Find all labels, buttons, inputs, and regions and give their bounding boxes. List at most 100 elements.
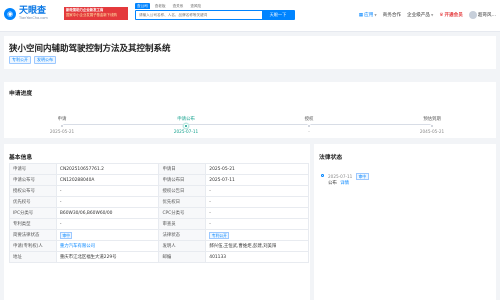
top-header: ◉ 天眼查 TianYanCha.com 新政策助力企业新发工商 国家中小企业发… (0, 0, 500, 32)
step-date: - (308, 129, 310, 134)
table-row: 简要法律状态 审中 法律状态 专利公开 (9, 229, 309, 241)
top-nav: ▦ 应用 ▼ 商务合作 企业级产品 ▼ ♛ 开通会员 超哥风... (359, 11, 496, 19)
field-label: IPC分类号 (9, 207, 57, 219)
status-badge: 专利公开 (209, 231, 230, 239)
logo-text: 天眼查 (19, 6, 47, 16)
patent-tags: 专利公开 发明公布 (9, 56, 56, 64)
field-label: 申请(专利权)人 (9, 240, 57, 252)
search-tabs: 查公司 查老板 查关系 查风险 (135, 3, 295, 9)
step-label: 申请 (57, 117, 67, 122)
nav-vip-label: 开通会员 (444, 13, 463, 18)
field-label: 简要法律状态 (9, 229, 57, 241)
progress-section-title: 申请进度 (9, 91, 33, 97)
page-title: 狭小空间内辅助驾驶控制方法及其控制系统 (9, 44, 171, 54)
field-value: - (205, 207, 309, 219)
tag-invention-publish: 发明公布 (34, 56, 56, 64)
site-logo[interactable]: ◉ 天眼查 TianYanCha.com (4, 6, 48, 21)
basic-info-title: 基本信息 (9, 155, 33, 161)
step-dot (60, 124, 64, 128)
crown-icon: ♛ (439, 12, 444, 18)
table-row: 优先权号 - 优先权日 - (9, 196, 309, 208)
detail-link[interactable]: 详情 (340, 181, 349, 186)
field-label: 优先权日 (158, 196, 207, 208)
field-value: 401133 (205, 251, 309, 263)
logo-subtext: TianYanCha.com (19, 16, 48, 20)
field-value: - (55, 196, 160, 208)
field-value: - (205, 196, 309, 208)
field-value: CN202510657761.2 (55, 163, 160, 175)
search-area: 查公司 查老板 查关系 查风险 天眼一下 (135, 3, 295, 20)
nav-business[interactable]: 商务合作 (383, 12, 401, 18)
field-value: 2025-05-21 (205, 163, 309, 175)
nav-user[interactable]: 超哥风... (468, 11, 496, 19)
progress-timeline-line (62, 124, 432, 125)
field-label: CPC分类号 (158, 207, 207, 219)
field-label: 申请号 (9, 163, 57, 175)
search-tab-boss[interactable]: 查老板 (153, 3, 168, 9)
field-label: 地址 (9, 251, 57, 263)
progress-step-grant: 授权 - (279, 117, 339, 135)
field-label: 发明人 (158, 240, 207, 252)
field-label: 法律状态 (158, 229, 207, 241)
nav-apps[interactable]: ▦ 应用 ▼ (358, 12, 377, 19)
field-label: 优先权号 (9, 196, 57, 208)
field-value: B60W30/06,B60W60/00 (55, 207, 160, 219)
field-value: 专利公开 (205, 229, 309, 241)
field-label: 专利类型 (9, 218, 57, 230)
search-input[interactable] (136, 11, 262, 19)
step-dot (430, 124, 434, 128)
avatar (468, 11, 477, 19)
nav-vip[interactable]: ♛ 开通会员 (439, 12, 463, 19)
field-label: 邮编 (158, 251, 207, 263)
field-value: - (55, 218, 160, 230)
search-tab-relation[interactable]: 查关系 (171, 3, 186, 9)
step-dot (307, 124, 311, 128)
nav-enterprise-label: 企业级产品 (407, 13, 430, 18)
table-row: 地址 重庆市江北区福生大道229号 邮编 401133 (9, 251, 309, 263)
progress-step-apply: 申请 2025-05-21 (32, 117, 92, 135)
progress-step-expiry: 预估到期 2045-05-21 (402, 117, 462, 135)
status-badge: 审中 (355, 173, 369, 180)
field-label: 申请日 (158, 163, 207, 175)
chevron-down-icon: ▼ (431, 13, 434, 17)
legal-event: 公布 (328, 181, 337, 186)
user-name: 超哥风... (477, 13, 496, 18)
step-date: 2045-05-21 (419, 129, 445, 134)
field-value: 郝兴伍,王恒武,曹维炬,彭建,刘美阳 (205, 240, 309, 252)
tag-patent-public: 专利公开 (9, 56, 31, 64)
banner-line-2: 国家中小企业发展子基金新下线购 (66, 13, 117, 17)
step-label: 授权 (304, 117, 314, 122)
eye-logo-icon: ◉ (4, 7, 16, 20)
table-row: 申请号 CN202510657761.2 申请日 2025-05-21 (9, 163, 309, 175)
promo-banner[interactable]: 新政策助力企业新发工商 国家中小企业发展子基金新下线购 (64, 7, 128, 20)
search-box: 天眼一下 (135, 10, 295, 20)
status-badge: 审中 (59, 231, 73, 239)
legal-status-title: 法律状态 (319, 155, 343, 161)
step-label: 预估到期 (423, 117, 441, 122)
step-label: 申请公布 (177, 117, 195, 122)
field-value: - (205, 185, 309, 197)
grid-icon: ▦ (358, 12, 364, 18)
table-row: 申请公布号 CN120288040A 申请公布日 2025-07-11 (9, 174, 309, 186)
search-button[interactable]: 天眼一下 (262, 11, 294, 19)
basic-info-table: 申请号 CN202510657761.2 申请日 2025-05-21 申请公布… (9, 163, 309, 263)
field-label: 授权公布号 (9, 185, 57, 197)
table-row: 申请(专利权)人 重力汽车有限公司 发明人 郝兴伍,王恒武,曹维炬,彭建,刘美阳 (9, 240, 309, 252)
nav-enterprise[interactable]: 企业级产品 ▼ (407, 12, 433, 18)
basic-info-card: 基本信息 申请号 CN202510657761.2 申请日 2025-05-21… (4, 144, 310, 300)
field-label: 申请公布号 (9, 174, 57, 186)
nav-apps-label: 应用 (364, 13, 374, 18)
step-date: 2025-05-21 (49, 129, 75, 134)
patent-title-card: 狭小空间内辅助驾驶控制方法及其控制系统 专利公开 发明公布 (4, 36, 496, 69)
field-label: 申请公布日 (158, 174, 207, 186)
legal-status-card: 法律状态 2025-07-11 审中 公布 详情 (314, 144, 496, 300)
field-label: 审查员 (158, 218, 207, 230)
applicant-link[interactable]: 重力汽车有限公司 (60, 244, 95, 249)
field-label: 授权公告日 (158, 185, 207, 197)
search-tab-company[interactable]: 查公司 (135, 3, 150, 9)
search-tab-risk[interactable]: 查风险 (188, 3, 203, 9)
timeline-dot (321, 174, 324, 177)
legal-status-item: 2025-07-11 审中 公布 详情 (321, 173, 369, 187)
progress-step-publish: 申请公布 2025-07-11 (156, 117, 216, 135)
field-value: 重力汽车有限公司 (55, 240, 160, 252)
